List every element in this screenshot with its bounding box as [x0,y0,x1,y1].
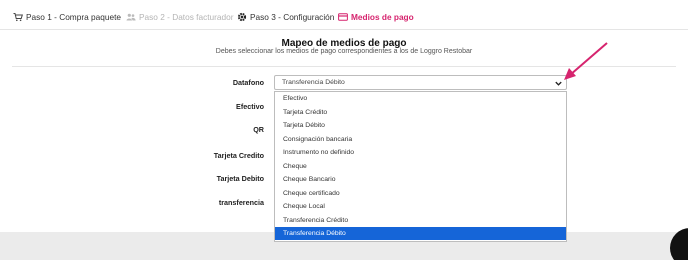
option-instrumento-no-definido[interactable]: Instrumento no definido [275,146,566,159]
cart-icon [12,12,23,23]
label-efectivo: Efectivo [236,102,264,111]
option-transferencia-credito[interactable]: Transferencia Crédito [275,214,566,227]
option-efectivo[interactable]: Efectivo [275,92,566,105]
option-tarjeta-credito[interactable]: Tarjeta Crédito [275,106,566,119]
option-cheque-certificado[interactable]: Cheque certificado [275,187,566,200]
label-tarjeta-debito: Tarjeta Debito [216,174,264,183]
tab-medios-de-pago[interactable]: Medios de pago [337,10,414,24]
label-tarjeta-credito: Tarjeta Credito [213,151,264,160]
option-tarjeta-debito[interactable]: Tarjeta Débito [275,119,566,132]
annotation-arrow-icon [564,42,608,80]
option-consignacion-bancaria[interactable]: Consignación bancaria [275,133,566,146]
label-qr: QR [253,125,264,134]
tab-datos-facturador[interactable]: Paso 2 - Datos facturador [125,10,234,24]
option-cheque-local[interactable]: Cheque Local [275,200,566,213]
tab-configuracion[interactable]: Paso 3 - Configuración [236,10,334,24]
chat-button[interactable] [670,228,688,260]
gear-icon [236,12,247,23]
tab-label: Medios de pago [351,12,414,22]
datafono-dropdown-list: Efectivo Tarjeta Crédito Tarjeta Débito … [274,91,567,242]
credit-card-icon [337,12,348,23]
option-cheque-bancario[interactable]: Cheque Bancario [275,173,566,186]
tab-label: Paso 1 - Compra paquete [26,12,122,22]
label-datafono: Datafono [232,78,264,87]
wizard-tabs: Paso 1 - Compra paquete Paso 2 - Datos f… [0,0,688,30]
tab-label: Paso 3 - Configuración [250,12,335,22]
option-cheque[interactable]: Cheque [275,160,566,173]
label-transferencia: transferencia [218,198,264,207]
tab-compra-paquete[interactable]: Paso 1 - Compra paquete [12,10,121,24]
datafono-select[interactable]: Transferencia Débito [274,75,567,90]
tab-label: Paso 2 - Datos facturador [139,12,234,22]
select-value: Transferencia Débito [282,79,345,86]
option-transferencia-debito[interactable]: Transferencia Débito [275,227,566,240]
users-icon [125,12,136,23]
